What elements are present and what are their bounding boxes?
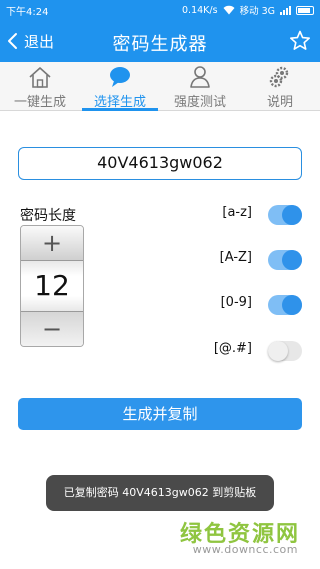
toggle-knob [282,295,302,315]
generate-copy-button[interactable]: 生成并复制 [18,398,302,430]
title-bar: 退出 密码生成器 [0,20,320,62]
star-icon[interactable] [288,29,312,53]
carrier-label: 移动 3G [239,6,275,17]
tab-help[interactable]: 说明 [240,62,320,110]
net-speed: 0.14K/s [182,4,218,16]
tab-one-click[interactable]: 一键生成 [0,62,80,110]
toggle-uppercase[interactable] [268,250,302,270]
length-stepper: + 12 − [20,225,84,347]
toggle-knob [282,205,302,225]
copied-toast: 已复制密码 40V4613gw062 到剪贴板 [46,475,274,511]
toggle-knob [282,250,302,270]
gears-icon [269,66,289,88]
option-symbols: [@.#] [200,339,304,363]
tab-strength-test[interactable]: 强度测试 [160,62,240,110]
password-output-field[interactable]: 40V4613gw062 [18,147,302,180]
tab-label: 选择生成 [93,95,146,110]
length-label: 密码长度 [20,208,76,224]
status-bar: 下午4:24 0.14K/s 移动 3G [0,0,320,20]
home-icon [29,67,51,88]
watermark-url: www.downcc.com [192,543,298,556]
option-uppercase: [A-Z] [200,248,304,272]
person-icon [190,66,210,88]
option-label: [a-z] [222,205,252,220]
option-label: [@.#] [213,341,252,356]
tab-select-generate[interactable]: 选择生成 [80,62,160,111]
option-label: [A-Z] [219,250,252,265]
status-indicators: 0.14K/s 移动 3G [182,3,314,17]
tab-label: 一键生成 [13,95,66,110]
tab-bar: 一键生成 选择生成 强度测试 说明 [0,62,320,111]
toggle-lowercase[interactable] [268,205,302,225]
increment-button[interactable]: + [21,226,83,261]
toggle-digits[interactable] [268,295,302,315]
chat-bubble-icon [110,67,130,87]
option-label: [0-9] [220,295,252,310]
battery-icon [296,5,314,15]
toggle-symbols[interactable] [268,341,302,361]
tab-label: 说明 [266,95,293,110]
length-value: 12 [21,261,83,311]
toggle-knob [268,341,288,361]
page-title: 密码生成器 [112,34,208,55]
option-digits: [0-9] [200,293,304,317]
signal-icon [280,5,291,15]
tab-label: 强度测试 [173,95,226,110]
wifi-icon [223,5,235,15]
decrement-button[interactable]: − [21,311,83,346]
status-time: 下午4:24 [6,7,49,18]
option-lowercase: [a-z] [200,203,304,227]
